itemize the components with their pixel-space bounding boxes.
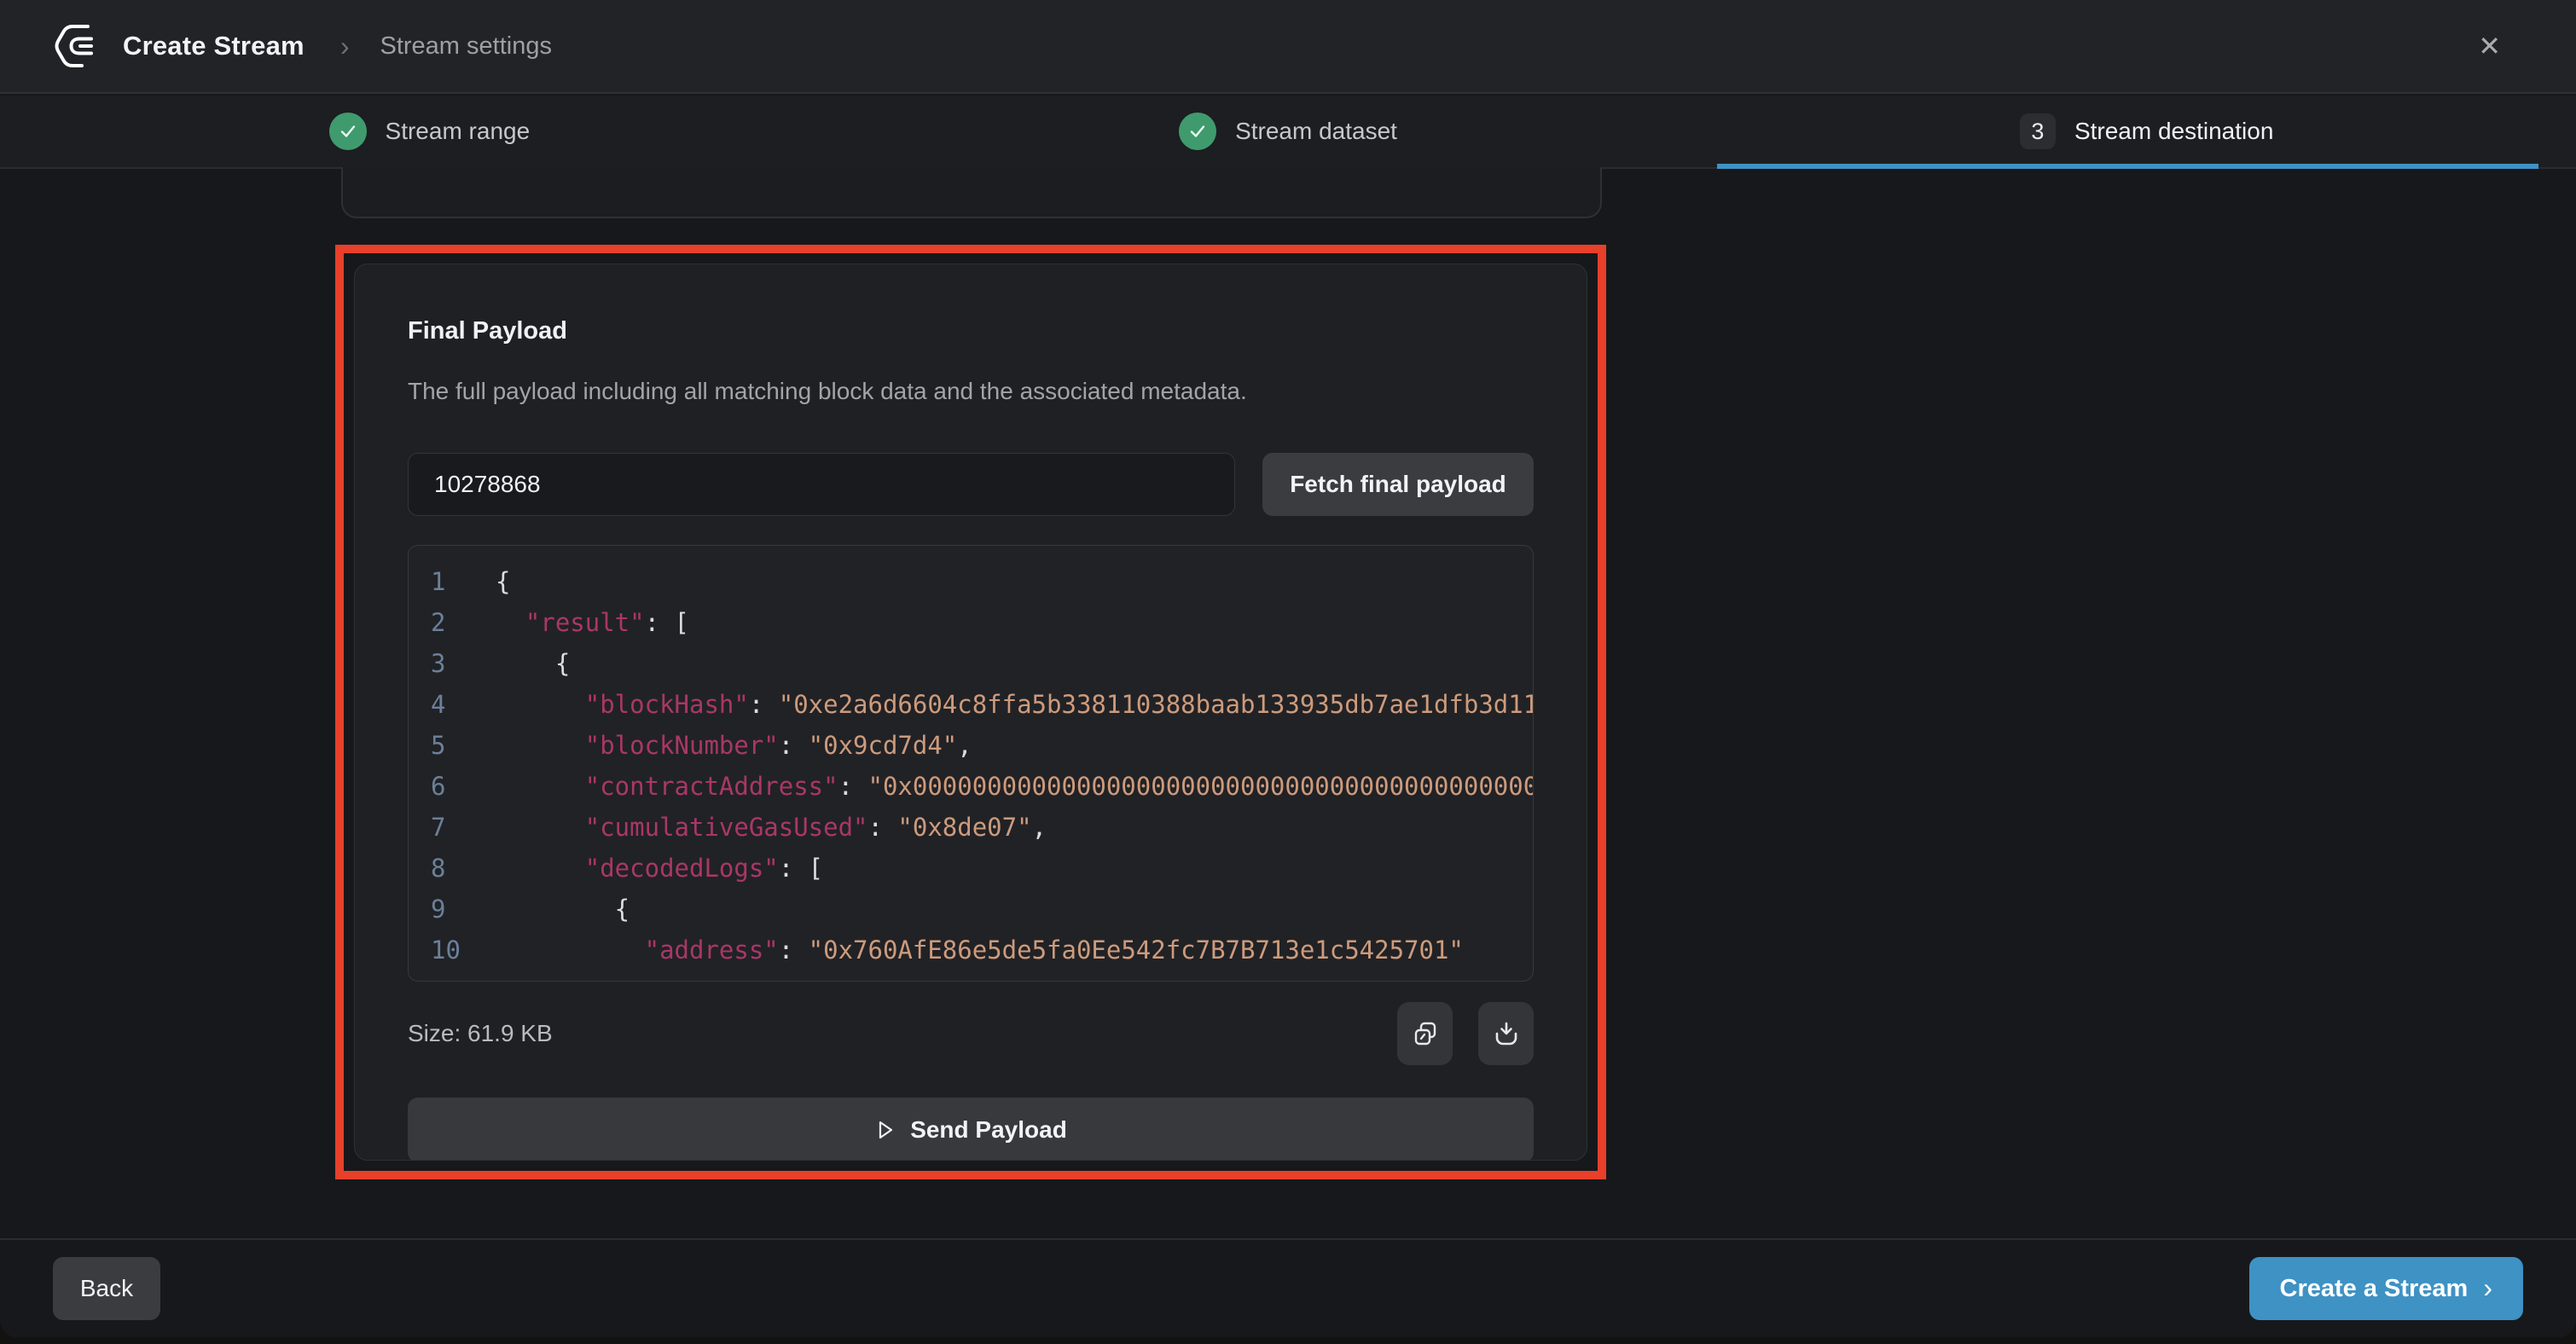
code-line: 6 "contractAddress": "0x0000000000000000… <box>431 766 1533 807</box>
send-payload-button[interactable]: Send Payload <box>408 1098 1534 1161</box>
step-stream-destination[interactable]: 3 Stream destination <box>1717 96 2576 167</box>
code-line: 1{ <box>431 561 1533 602</box>
line-number: 10 <box>431 930 472 970</box>
step-stream-range[interactable]: Stream range <box>0 96 859 167</box>
create-stream-label: Create a Stream <box>2280 1275 2469 1303</box>
line-number: 7 <box>431 807 472 848</box>
code-text: "blockNumber": "0x9cd7d4", <box>496 725 1533 766</box>
previous-card-partial <box>341 167 1602 218</box>
code-line: 5 "blockNumber": "0x9cd7d4", <box>431 725 1533 766</box>
breadcrumb: Stream settings <box>380 32 551 61</box>
payload-size-label: Size: 61.9 KB <box>408 1020 553 1047</box>
final-payload-card: Final Payload The full payload including… <box>354 264 1587 1161</box>
code-line: 8 "decodedLogs": [ <box>431 848 1533 889</box>
check-icon <box>329 113 367 150</box>
step-stream-dataset[interactable]: Stream dataset <box>859 96 1718 167</box>
step-label: Stream dataset <box>1235 118 1397 145</box>
code-text: "result": [ <box>496 602 1533 643</box>
create-stream-window: Create Stream › Stream settings ✕ Stream… <box>0 0 2576 1337</box>
send-payload-label: Send Payload <box>910 1116 1067 1144</box>
fetch-final-payload-button[interactable]: Fetch final payload <box>1262 453 1534 516</box>
code-line: 4 "blockHash": "0xe2a6d6604c8ffa5b338110… <box>431 684 1533 725</box>
code-text: "contractAddress": "0x000000000000000000… <box>496 766 1533 807</box>
stream-logo-icon <box>53 23 102 69</box>
back-button[interactable]: Back <box>53 1257 160 1320</box>
code-text: { <box>496 643 1533 684</box>
breadcrumb-chevron-icon: › <box>340 31 350 62</box>
code-line: 3 { <box>431 643 1533 684</box>
step-bar: Stream range Stream dataset 3 Stream destin… <box>0 96 2576 169</box>
line-number: 3 <box>431 643 472 684</box>
step-number-badge: 3 <box>2020 113 2056 149</box>
code-text: "cumulativeGasUsed": "0x8de07", <box>496 807 1533 848</box>
line-number: 6 <box>431 766 472 807</box>
code-action-buttons <box>1397 1002 1534 1065</box>
line-number: 2 <box>431 602 472 643</box>
final-payload-description: The full payload including all matching … <box>408 378 1534 405</box>
header-bar: Create Stream › Stream settings ✕ <box>0 0 2576 94</box>
payload-code-viewer[interactable]: 1{2 "result": [3 {4 "blockHash": "0xe2a6… <box>408 545 1534 982</box>
code-text: "decodedLogs": [ <box>496 848 1533 889</box>
line-number: 5 <box>431 725 472 766</box>
check-icon <box>1179 113 1216 150</box>
close-button[interactable]: ✕ <box>2478 32 2501 60</box>
code-line: 2 "result": [ <box>431 602 1533 643</box>
download-payload-button[interactable] <box>1478 1002 1534 1065</box>
code-text: { <box>496 561 1533 602</box>
annotation-red-box: Final Payload The full payload including… <box>335 245 1606 1179</box>
line-number: 1 <box>431 561 472 602</box>
code-line: 9 { <box>431 889 1533 930</box>
copy-icon <box>1412 1020 1439 1047</box>
step-label: Stream destination <box>2074 118 2273 145</box>
active-step-underline <box>1717 164 2538 169</box>
final-payload-title: Final Payload <box>408 317 1534 345</box>
download-icon <box>1493 1020 1520 1047</box>
page-title: Create Stream <box>123 31 305 61</box>
line-number: 8 <box>431 848 472 889</box>
size-row: Size: 61.9 KB <box>408 1002 1534 1065</box>
line-number: 4 <box>431 684 472 725</box>
create-stream-button[interactable]: Create a Stream › <box>2249 1257 2524 1320</box>
fetch-row: Fetch final payload <box>408 453 1534 516</box>
copy-payload-button[interactable] <box>1397 1002 1453 1065</box>
chevron-right-icon: › <box>2483 1272 2492 1304</box>
play-icon <box>874 1119 896 1141</box>
block-number-input[interactable] <box>408 453 1235 516</box>
code-line: 10 "address": "0x760AfE86e5de5fa0Ee542fc… <box>431 930 1533 970</box>
code-text: "blockHash": "0xe2a6d6604c8ffa5b33811038… <box>496 684 1533 725</box>
footer-bar: Back Create a Stream › <box>0 1238 2576 1337</box>
code-text: "address": "0x760AfE86e5de5fa0Ee542fc7B7… <box>496 930 1533 970</box>
code-line: 7 "cumulativeGasUsed": "0x8de07", <box>431 807 1533 848</box>
step-label: Stream range <box>386 118 531 145</box>
header-title-group: Create Stream › Stream settings <box>53 23 552 69</box>
code-text: { <box>496 889 1533 930</box>
main-content: Final Payload The full payload including… <box>0 171 2576 1238</box>
line-number: 9 <box>431 889 472 930</box>
